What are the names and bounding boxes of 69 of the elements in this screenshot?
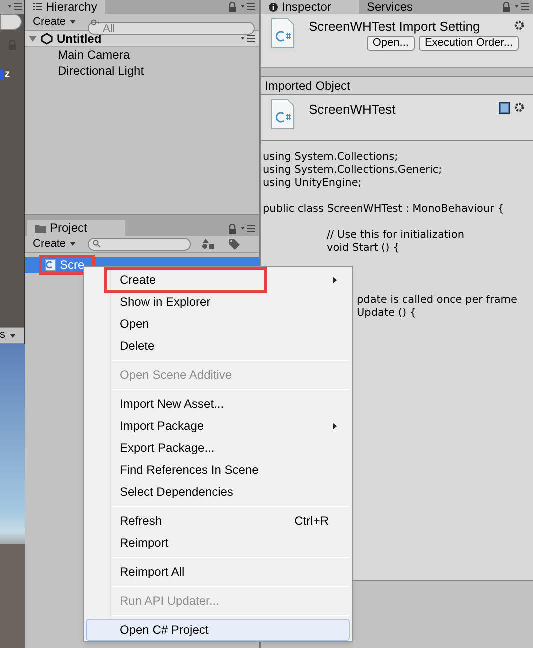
menu-item[interactable]: Reimport xyxy=(86,532,350,554)
search-field[interactable] xyxy=(88,238,192,250)
pane-menu-icon[interactable] xyxy=(241,3,255,11)
search-icon xyxy=(93,240,102,248)
project-tab[interactable]: Project xyxy=(27,220,125,236)
help-book-icon[interactable] xyxy=(499,102,510,114)
object-name: ScreenWHTest xyxy=(309,101,397,119)
inspector-button[interactable]: Execution Order... xyxy=(418,36,519,51)
scene-name[interactable]: Untitled xyxy=(57,32,102,44)
script-file-icon xyxy=(269,99,297,130)
menu-item[interactable]: Open C# Project xyxy=(86,619,350,641)
menu-item[interactable]: Delete xyxy=(86,335,350,357)
pane-menu-icon[interactable] xyxy=(241,34,255,42)
hierarchy-item[interactable]: Main Camera xyxy=(25,47,259,63)
menu-item[interactable]: Export Package... xyxy=(86,437,350,459)
create-dropdown[interactable]: Create xyxy=(29,238,80,250)
folder-icon xyxy=(35,224,46,232)
code-line: using System.Collections; xyxy=(263,151,398,163)
menu-item[interactable]: Show in Explorer xyxy=(86,291,350,313)
menu-item[interactable]: Reimport All xyxy=(86,561,350,583)
inspector-button[interactable]: Open... xyxy=(366,36,415,51)
menu-item[interactable]: Refresh Ctrl+R xyxy=(86,510,350,532)
menu-item[interactable]: Import Package xyxy=(86,415,350,437)
search-field[interactable] xyxy=(0,14,22,30)
pane-menu-icon[interactable] xyxy=(515,3,529,11)
code-line: using UnityEngine; xyxy=(263,177,362,189)
lock-icon[interactable] xyxy=(228,224,237,234)
code-line: public class ScreenWHTest : MonoBehaviour { xyxy=(263,203,504,215)
inspector-tab[interactable]: Inspector xyxy=(261,0,359,14)
script-file-icon xyxy=(45,259,56,271)
list-icon xyxy=(33,3,42,11)
axis-label: z xyxy=(5,70,10,80)
menu-item[interactable]: Open xyxy=(86,313,350,335)
asset-name: Scre xyxy=(60,259,85,271)
menu-item[interactable]: Import New Asset... xyxy=(86,393,350,415)
dropdown-caret-icon xyxy=(10,334,16,338)
pane-menu-icon[interactable] xyxy=(241,225,255,233)
unity-logo-icon xyxy=(41,32,53,44)
lock-icon[interactable] xyxy=(228,2,237,12)
submenu-arrow-icon xyxy=(333,422,337,430)
menu-item[interactable]: Select Dependencies xyxy=(86,481,350,503)
hierarchy-tab[interactable]: Hierarchy xyxy=(25,0,106,14)
pane-menu-icon[interactable] xyxy=(8,3,22,11)
scene-toolbar-label: s xyxy=(0,330,6,341)
code-line: pdate is called once per frame xyxy=(357,294,518,306)
script-file-icon xyxy=(269,18,297,49)
dropdown-caret-icon xyxy=(70,242,76,246)
search-field[interactable]: All xyxy=(88,22,255,35)
search-icon xyxy=(91,18,102,26)
submenu-arrow-icon xyxy=(333,276,337,284)
code-line: // Use this for initialization xyxy=(327,229,464,241)
hierarchy-item[interactable]: Directional Light xyxy=(25,63,259,79)
shortcut-text: Ctrl+R xyxy=(294,515,330,527)
settings-icon[interactable] xyxy=(514,20,525,31)
settings-icon[interactable] xyxy=(514,102,525,113)
dropdown-caret-icon xyxy=(70,20,76,24)
lock-icon[interactable] xyxy=(502,2,511,12)
section-header: Imported Object xyxy=(261,77,533,95)
create-dropdown[interactable]: Create xyxy=(29,16,80,28)
axis-gizmo-icon xyxy=(0,70,4,80)
code-line: void Start () { xyxy=(327,242,400,254)
tag-icon xyxy=(228,238,240,250)
expand-arrow-icon[interactable] xyxy=(29,34,37,42)
info-icon xyxy=(269,2,278,12)
code-line: using System.Collections.Generic; xyxy=(263,164,442,176)
inspector-title: ScreenWHTest Import Setting xyxy=(309,18,482,33)
shapes-icon xyxy=(202,239,214,249)
code-line: Update () { xyxy=(357,307,417,319)
menu-item[interactable]: Find References In Scene xyxy=(86,459,350,481)
